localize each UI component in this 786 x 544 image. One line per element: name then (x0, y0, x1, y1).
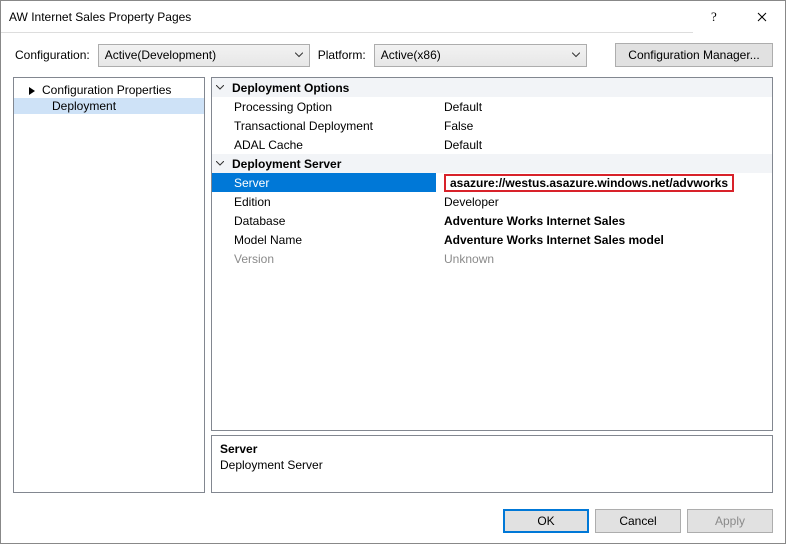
configuration-combo-value: Active(Development) (105, 48, 216, 62)
grid-row-database[interactable]: Database Adventure Works Internet Sales (212, 211, 772, 230)
chevron-down-icon[interactable] (216, 161, 232, 166)
grid-category-label: Deployment Server (232, 157, 341, 171)
grid-cell-value[interactable]: Default (436, 135, 772, 154)
grid-cell-name: Transactional Deployment (212, 116, 436, 135)
grid-cell-value[interactable]: Developer (436, 192, 772, 211)
help-icon: ? (711, 10, 721, 24)
grid-cell-name: Edition (212, 192, 436, 211)
window-title: AW Internet Sales Property Pages (9, 10, 693, 24)
grid-row-processing-option[interactable]: Processing Option Default (212, 97, 772, 116)
tree-node-label: Deployment (52, 99, 116, 113)
tree-node-configuration-properties[interactable]: Configuration Properties (14, 82, 204, 98)
chevron-down-icon[interactable] (216, 85, 232, 90)
property-grid[interactable]: Deployment Options Processing Option Def… (211, 77, 773, 431)
svg-text:?: ? (711, 10, 717, 24)
grid-row-transactional-deployment[interactable]: Transactional Deployment False (212, 116, 772, 135)
grid-cell-name: Database (212, 211, 436, 230)
grid-cell-name: Processing Option (212, 97, 436, 116)
description-title: Server (220, 442, 764, 456)
titlebar: AW Internet Sales Property Pages ? (1, 1, 785, 33)
grid-category-deployment-server[interactable]: Deployment Server (212, 154, 772, 173)
grid-row-edition[interactable]: Edition Developer (212, 192, 772, 211)
platform-label: Platform: (318, 48, 366, 62)
grid-cell-value[interactable]: False (436, 116, 772, 135)
property-pages-dialog: AW Internet Sales Property Pages ? Confi… (0, 0, 786, 544)
help-button[interactable]: ? (693, 1, 739, 33)
grid-cell-name: Server (212, 173, 436, 192)
server-value-highlight: asazure://westus.asazure.windows.net/adv… (444, 174, 734, 192)
ok-button[interactable]: OK (503, 509, 589, 533)
grid-row-adal-cache[interactable]: ADAL Cache Default (212, 135, 772, 154)
configuration-manager-label: Configuration Manager... (628, 48, 759, 62)
grid-row-server[interactable]: Server asazure://westus.asazure.windows.… (212, 173, 772, 192)
close-icon (757, 12, 767, 22)
collapse-icon[interactable] (28, 86, 39, 95)
grid-row-version: Version Unknown (212, 249, 772, 268)
chevron-down-icon (572, 53, 580, 58)
grid-cell-value[interactable]: Adventure Works Internet Sales model (436, 230, 772, 249)
tree-node-deployment[interactable]: Deployment (14, 98, 204, 114)
tree-node-label: Configuration Properties (42, 83, 171, 97)
config-row: Configuration: Active(Development) Platf… (1, 33, 785, 77)
chevron-down-icon (295, 53, 303, 58)
grid-cell-value[interactable]: Adventure Works Internet Sales (436, 211, 772, 230)
apply-button: Apply (687, 509, 773, 533)
grid-cell-value[interactable]: Default (436, 97, 772, 116)
grid-cell-value: Unknown (436, 249, 772, 268)
right-column: Deployment Options Processing Option Def… (211, 77, 773, 493)
platform-combo[interactable]: Active(x86) (374, 44, 587, 67)
grid-cell-value[interactable]: asazure://westus.asazure.windows.net/adv… (436, 173, 772, 192)
platform-combo-value: Active(x86) (381, 48, 441, 62)
grid-category-label: Deployment Options (232, 81, 349, 95)
grid-cell-name: Model Name (212, 230, 436, 249)
configuration-combo[interactable]: Active(Development) (98, 44, 310, 67)
configuration-label: Configuration: (15, 48, 90, 62)
ok-button-label: OK (537, 514, 554, 528)
description-panel: Server Deployment Server (211, 435, 773, 493)
cancel-button-label: Cancel (619, 514, 656, 528)
main-area: Configuration Properties Deployment Depl… (1, 77, 785, 501)
grid-row-model-name[interactable]: Model Name Adventure Works Internet Sale… (212, 230, 772, 249)
dialog-button-row: OK Cancel Apply (1, 501, 785, 543)
grid-cell-name: ADAL Cache (212, 135, 436, 154)
close-button[interactable] (739, 1, 785, 33)
configuration-manager-button[interactable]: Configuration Manager... (615, 43, 773, 67)
grid-cell-name: Version (212, 249, 436, 268)
grid-category-deployment-options[interactable]: Deployment Options (212, 78, 772, 97)
description-body: Deployment Server (220, 458, 764, 472)
apply-button-label: Apply (715, 514, 745, 528)
cancel-button[interactable]: Cancel (595, 509, 681, 533)
nav-tree[interactable]: Configuration Properties Deployment (13, 77, 205, 493)
